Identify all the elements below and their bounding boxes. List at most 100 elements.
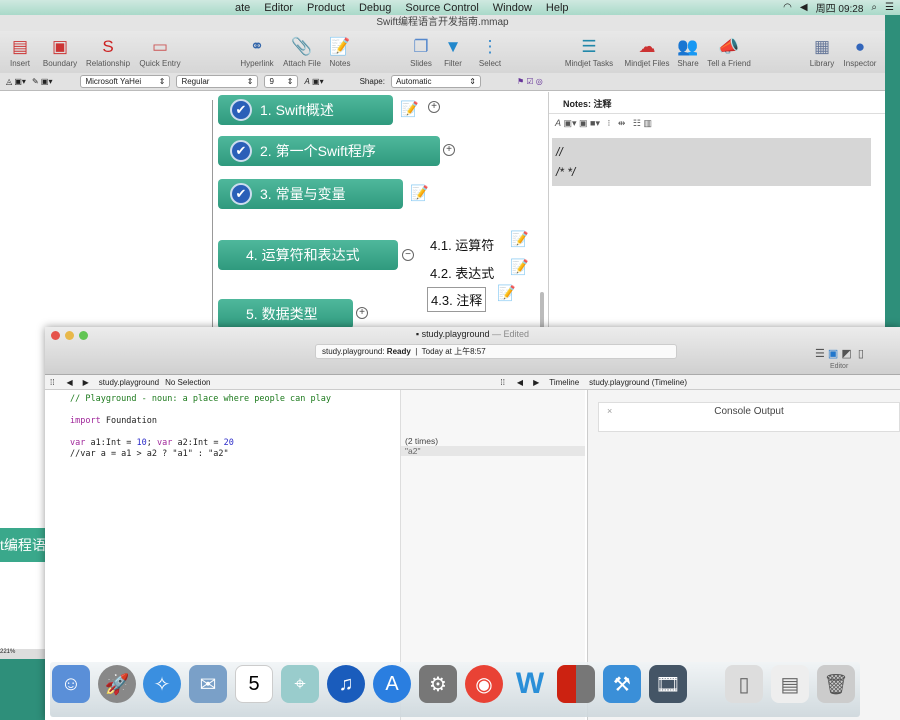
path-timeline-file[interactable]: study.playground (Timeline)	[589, 378, 687, 387]
subtopic-4-1[interactable]: 4.1. 运算符	[430, 235, 494, 254]
notes-button[interactable]: 📝 Notes	[313, 35, 367, 68]
notes-editor[interactable]: // /* */	[552, 138, 871, 186]
related-items-icon[interactable]: ⁞⁞	[500, 378, 504, 387]
path-timeline[interactable]: Timeline	[549, 378, 579, 387]
inspector-button[interactable]: ● Inspector	[833, 35, 887, 68]
topic-2[interactable]: ✔ 2. 第一个Swift程序	[218, 136, 440, 166]
forward-button[interactable]: ▶	[533, 378, 539, 387]
spotlight-icon[interactable]: ⌕	[871, 2, 877, 13]
expand-icon[interactable]: +	[428, 101, 440, 113]
code-line: // Playground - noun: a place where peop…	[70, 394, 331, 404]
select-button[interactable]: ⋮ Select	[463, 35, 517, 68]
mindjet-icon[interactable]	[557, 665, 595, 703]
edited-label: — Edited	[492, 329, 530, 339]
format-bar: ◬ ▣▾ ✎ ▣▾ Microsoft YaHei ⇕ Regular ⇕ 9 ⇕ A…	[0, 73, 885, 91]
code-line: //var a = a1 > a2 ? "a1" : "a2"	[70, 449, 229, 459]
launchpad-icon[interactable]: 🚀	[98, 665, 136, 703]
note-icon[interactable]: 📝	[410, 184, 429, 202]
editor-label: Editor	[830, 363, 849, 370]
back-button[interactable]: ◀	[517, 378, 523, 387]
notes-format-bar[interactable]: A ▣▾ ▣ ■▾ ⁝ ⇹ ☷ ▥	[549, 114, 885, 138]
style-select[interactable]: Regular ⇕	[176, 75, 259, 88]
mail-icon[interactable]: ✉	[189, 665, 227, 703]
mindjet-tasks-button[interactable]: ☰ Mindjet Tasks	[561, 35, 617, 68]
notification-icon[interactable]: ☰	[885, 2, 894, 13]
note-icon[interactable]: 📝	[510, 230, 529, 248]
menu-help[interactable]: Help	[546, 2, 569, 14]
editor-mode-buttons[interactable]: ☰ ▣ ◩ ▯	[815, 347, 864, 360]
xcode-titlebar: ▪ study.playground — Edited study.playgr…	[45, 327, 900, 375]
chrome-icon[interactable]: ◉	[465, 665, 503, 703]
check-icon: ✔	[230, 99, 252, 121]
notes-panel: Notes: 注释 A ▣▾ ▣ ■▾ ⁝ ⇹ ☷ ▥ // /* */	[548, 92, 885, 330]
maps-icon[interactable]: ⌖	[281, 665, 319, 703]
clock[interactable]: 周四 09:28	[816, 0, 864, 15]
activity-view: study.playground: Ready | Today at 上午8:5…	[315, 344, 677, 359]
console-output: × Console Output	[598, 402, 900, 432]
related-items-icon[interactable]: ⁞⁞	[50, 378, 54, 387]
tell-a-friend-button[interactable]: 📣 Tell a Friend	[702, 35, 756, 68]
relationship-button[interactable]: S Relationship	[81, 35, 135, 68]
menu-navigate[interactable]: ate	[235, 2, 250, 14]
expand-icon[interactable]: +	[443, 144, 455, 156]
font-color-icon[interactable]: A ▣▾	[304, 77, 323, 86]
wifi-icon[interactable]: ◠	[783, 2, 792, 13]
mind-map-canvas[interactable]: ✔ 1. Swift概述 📝 + ✔ 2. 第一个Swift程序 + ✔ 3. 常量与…	[0, 92, 545, 330]
document-icon: ▪	[415, 329, 420, 339]
topic-4[interactable]: 4. 运算符和表达式	[218, 240, 398, 270]
forward-button[interactable]: ▶	[83, 378, 89, 387]
menu-product[interactable]: Product	[307, 2, 345, 14]
calendar-icon[interactable]: 5	[235, 665, 273, 703]
window-title: Swift编程语言开发指南.mmap	[0, 15, 885, 31]
collapse-icon[interactable]: −	[402, 249, 414, 261]
quick-entry-button[interactable]: ▭ Quick Entry	[133, 35, 187, 68]
system-preferences-icon[interactable]: ⚙	[419, 665, 457, 703]
volume-icon[interactable]: ◀	[800, 2, 808, 13]
line-color-icon[interactable]: ✎ ▣▾	[32, 77, 53, 86]
code-line: import Foundation	[70, 416, 158, 426]
path-file[interactable]: study.playground	[99, 378, 159, 387]
photo-booth-icon[interactable]: 🎞	[649, 665, 687, 703]
scrollbar[interactable]	[540, 292, 544, 330]
canvas-continued	[0, 330, 45, 650]
close-icon[interactable]: ×	[607, 406, 612, 416]
itunes-icon[interactable]: ♫	[327, 665, 365, 703]
preview-icon[interactable]: ▯	[725, 665, 763, 703]
path-selection[interactable]: No Selection	[165, 378, 210, 387]
shape-label: Shape:	[359, 77, 385, 86]
size-select[interactable]: 9 ⇕	[264, 75, 299, 88]
app-store-icon[interactable]: A	[373, 665, 411, 703]
menu-editor[interactable]: Editor	[264, 2, 293, 14]
check-icon: ✔	[230, 183, 252, 205]
topic-3[interactable]: ✔ 3. 常量与变量	[218, 179, 403, 209]
topic-1[interactable]: ✔ 1. Swift概述	[218, 95, 393, 125]
topic-5[interactable]: 5. 数据类型	[218, 299, 353, 329]
finder-icon[interactable]: ☺	[52, 665, 90, 703]
subtopic-4-3[interactable]: 4.3. 注释	[427, 287, 487, 312]
fill-color-icon[interactable]: ◬ ▣▾	[6, 77, 26, 86]
result-value[interactable]: "a2"	[401, 446, 585, 456]
expand-icon[interactable]: +	[356, 307, 368, 319]
finder-window-icon[interactable]: ▤	[771, 665, 809, 703]
menu-source-control[interactable]: Source Control	[405, 2, 478, 14]
flag-icon[interactable]: ⚑ ☑ ◎	[517, 77, 543, 86]
safari-icon[interactable]: ✧	[143, 665, 181, 703]
result-value[interactable]: (2 times)	[401, 436, 585, 446]
menu-debug[interactable]: Debug	[359, 2, 391, 14]
boundary-button[interactable]: ▣ Boundary	[33, 35, 87, 68]
note-icon[interactable]: 📝	[497, 284, 516, 302]
note-icon[interactable]: 📝	[510, 258, 529, 276]
menu-window[interactable]: Window	[493, 2, 532, 14]
xcode-icon[interactable]: ⚒	[603, 665, 641, 703]
subtopic-4-2[interactable]: 4.2. 表达式	[430, 263, 494, 282]
trash-icon[interactable]: 🗑	[817, 665, 855, 703]
notes-title: Notes: 注释	[549, 92, 885, 114]
font-select[interactable]: Microsoft YaHei ⇕	[80, 75, 171, 88]
shape-select[interactable]: Automatic ⇕	[390, 75, 481, 88]
offscreen-topic[interactable]: t编程语	[0, 528, 45, 562]
toolbar: ▤ Insert ▣ Boundary S Relationship ▭ Quick E…	[0, 31, 885, 73]
zoom-select[interactable]: 221%	[0, 649, 45, 659]
back-button[interactable]: ◀	[66, 378, 72, 387]
note-icon[interactable]: 📝	[400, 100, 419, 118]
word-icon[interactable]: W	[511, 665, 549, 703]
